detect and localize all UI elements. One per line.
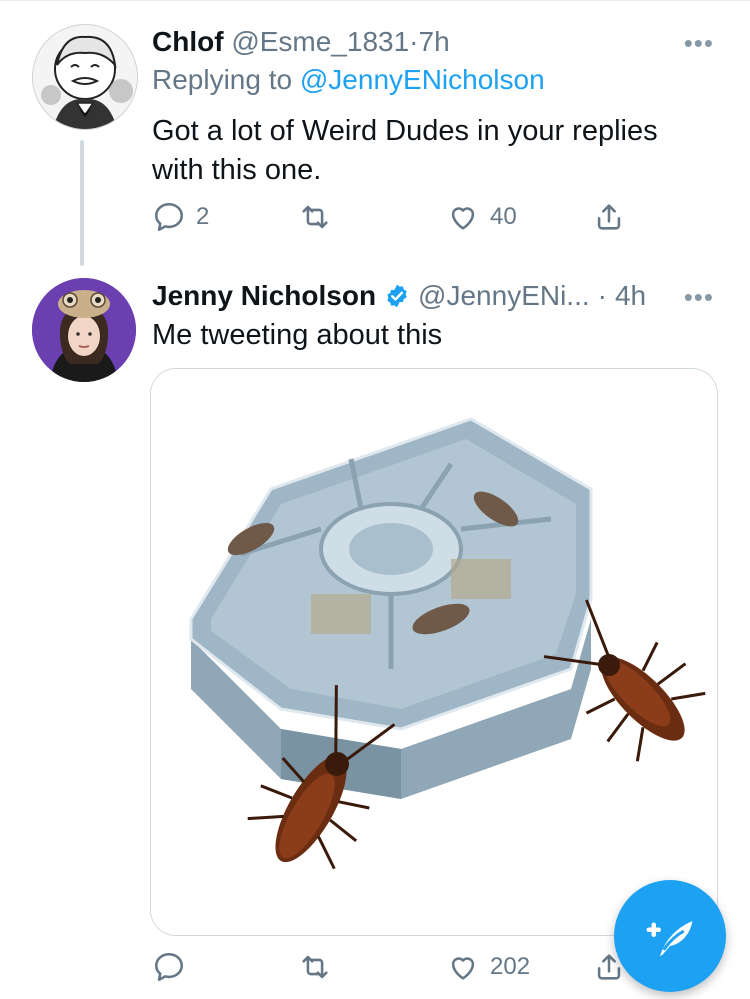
handle[interactable]: @JennyENi...	[418, 280, 590, 312]
share-button[interactable]	[592, 200, 626, 234]
reply-button[interactable]	[152, 950, 196, 984]
like-count: 40	[490, 203, 517, 230]
more-options-icon[interactable]: •••	[684, 282, 714, 313]
separator: ·	[409, 26, 419, 57]
tweet-actions: 202	[152, 950, 672, 990]
retweet-button[interactable]	[298, 200, 342, 234]
display-name[interactable]: Jenny Nicholson	[152, 280, 376, 312]
replying-prefix: Replying to	[152, 64, 293, 95]
retweet-icon	[302, 205, 328, 229]
roach-trap-illustration	[151, 369, 717, 935]
reply-button[interactable]: 2	[152, 200, 209, 234]
heart-icon	[451, 957, 475, 980]
retweet-button[interactable]	[298, 950, 342, 984]
compose-tweet-button[interactable]	[614, 880, 726, 992]
tweet-actions: 2 40	[152, 200, 672, 240]
tweet-header: Chlof @Esme_1831·7h	[152, 26, 450, 58]
reply-icon	[154, 952, 184, 982]
handle[interactable]: @Esme_1831	[231, 26, 409, 57]
top-divider	[0, 0, 750, 1]
compose-quill-icon	[646, 921, 693, 956]
like-count: 202	[490, 953, 531, 980]
share-icon	[597, 204, 621, 230]
retweet-icon	[302, 955, 328, 979]
tweet-header: Jenny Nicholson @JennyENi... · 4h	[152, 280, 646, 312]
heart-icon	[451, 207, 475, 230]
reply-icon	[154, 202, 184, 232]
separator: ·	[597, 280, 607, 311]
verified-badge-icon	[387, 284, 407, 308]
mention-link[interactable]: @JennyENicholson	[300, 64, 545, 95]
replying-to: Replying to @JennyENicholson	[152, 64, 545, 96]
display-name[interactable]: Chlof	[152, 26, 224, 57]
avatar[interactable]	[32, 24, 138, 130]
tweet-text: Got a lot of Weird Dudes in your replies…	[152, 115, 658, 186]
more-options-icon[interactable]: •••	[684, 28, 714, 59]
thread-connector	[80, 140, 84, 266]
timestamp[interactable]: 4h	[615, 280, 646, 312]
avatar[interactable]	[32, 278, 136, 382]
like-button[interactable]: 202	[446, 950, 530, 984]
timestamp[interactable]: 7h	[419, 26, 450, 57]
tweet-text: Me tweeting about this	[152, 319, 443, 351]
like-button[interactable]: 40	[446, 200, 517, 234]
reply-count: 2	[196, 203, 210, 230]
tweet-media-image[interactable]	[150, 368, 718, 936]
